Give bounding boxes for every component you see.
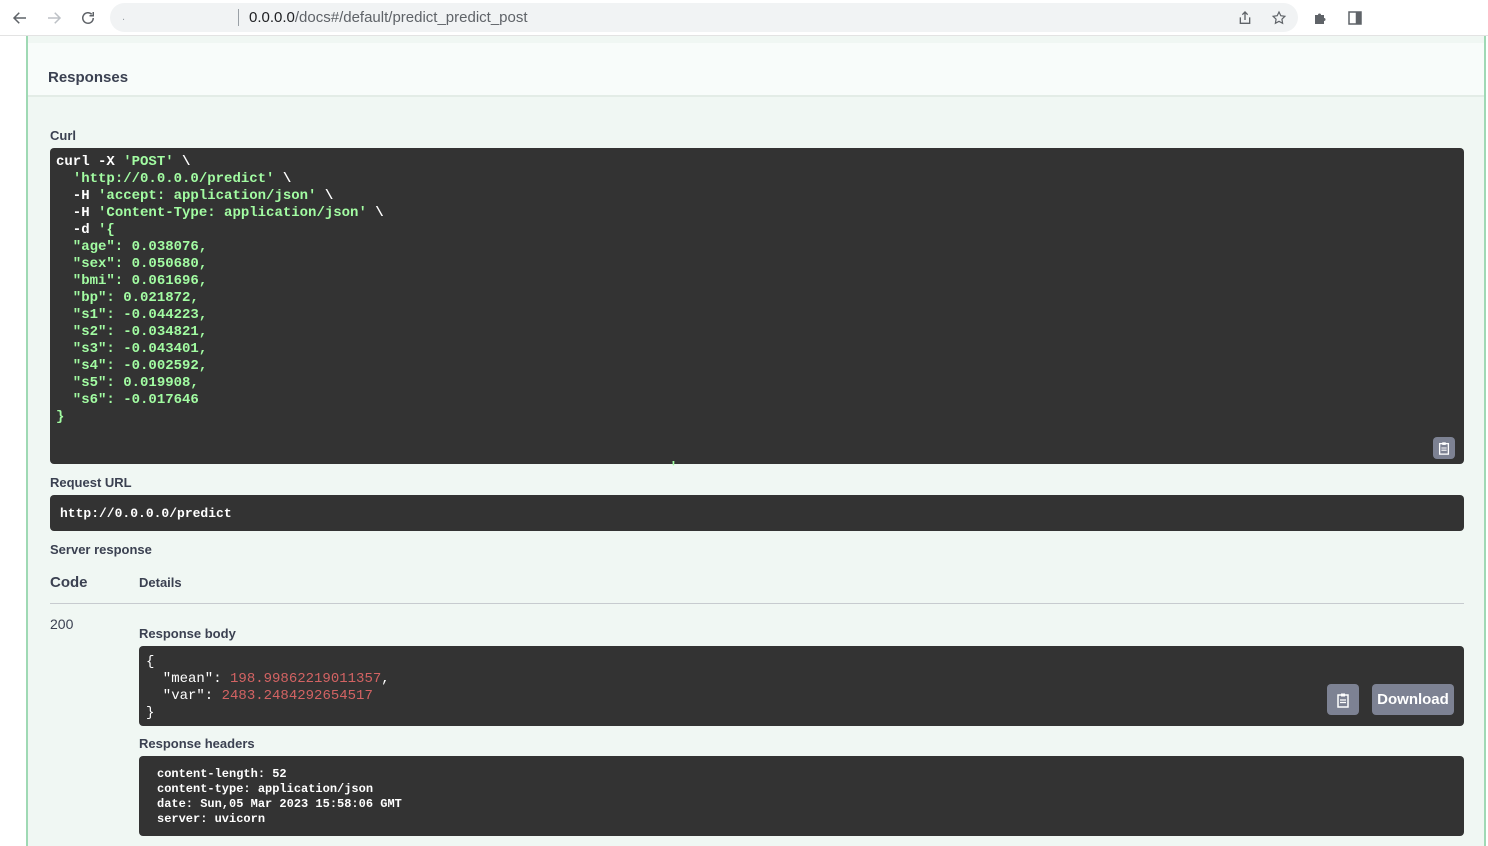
forward-arrow-icon[interactable]: [42, 6, 66, 30]
curl-line-text: -d: [56, 222, 99, 238]
sidepanel-icon[interactable]: [1343, 6, 1367, 30]
curl-line-string: "s1": -0.044223,: [56, 307, 208, 323]
response-body-line: "mean": 198.99862219011357,: [146, 671, 1457, 688]
curl-line-text: curl -X: [56, 154, 124, 170]
curl-line: -H 'accept: application/json' \: [56, 188, 1458, 205]
curl-line-string: "bp": 0.021872,: [56, 290, 199, 306]
curl-line: "sex": 0.050680,: [56, 256, 1458, 273]
request-url-value: http://0.0.0.0/predict: [50, 495, 1464, 531]
code-column-header: Code: [50, 574, 88, 591]
clipboard-icon: [1337, 693, 1349, 708]
responses-header: Responses: [28, 43, 1484, 97]
curl-line-text: [56, 171, 73, 187]
curl-line-string: 'Content-Type: application/json': [98, 205, 367, 221]
curl-line: 'http://0.0.0.0/predict' \: [56, 171, 1458, 188]
browser-toolbar: . 0.0.0.0/docs#/default/predict_predict_…: [0, 0, 1488, 36]
server-response-label: Server response: [50, 542, 152, 557]
curl-line: curl -X 'POST' \: [56, 154, 1458, 171]
extensions-puzzle-icon[interactable]: [1309, 6, 1333, 30]
curl-line-text: -H: [56, 205, 99, 221]
curl-line: [56, 443, 1458, 460]
operation-block: Responses Curl curl -X 'POST' \ 'http://…: [26, 36, 1486, 846]
curl-line: "s5": 0.019908,: [56, 375, 1458, 392]
back-arrow-icon[interactable]: [8, 6, 32, 30]
curl-line: "s2": -0.034821,: [56, 324, 1458, 341]
response-body-key: "mean":: [146, 671, 231, 687]
curl-line-text: -H: [56, 188, 99, 204]
curl-line-string: 'accept: application/json': [98, 188, 317, 204]
response-headers-label: Response headers: [139, 736, 255, 751]
response-body-close-brace: }: [146, 705, 155, 721]
curl-line: "s4": -0.002592,: [56, 358, 1458, 375]
copy-response-button[interactable]: [1327, 684, 1359, 715]
curl-line: "s3": -0.043401,: [56, 341, 1458, 358]
response-body-open-brace: {: [146, 654, 155, 670]
response-headers-code-block: content-length: 52 content-type: applicat…: [139, 756, 1464, 836]
details-column-header: Details: [139, 575, 182, 590]
curl-line-string: }: [56, 409, 65, 425]
curl-line-string: "s6": -0.017646: [56, 392, 199, 408]
curl-line-string: "age": 0.038076,: [56, 239, 208, 255]
curl-line: -H 'Content-Type: application/json' \: [56, 205, 1458, 222]
response-header-line: content-length: 52: [157, 767, 287, 781]
curl-line-continuation: \: [316, 188, 334, 204]
curl-line-string: "bmi": 0.061696,: [56, 273, 208, 289]
curl-line-string: "s4": -0.002592,: [56, 358, 208, 374]
address-bar[interactable]: . 0.0.0.0/docs#/default/predict_predict_…: [110, 3, 1298, 32]
response-body-key: "var":: [146, 688, 222, 704]
curl-line-string: ': [56, 460, 678, 476]
response-header-line: server: uvicorn: [157, 812, 266, 826]
curl-line: }: [56, 409, 1458, 426]
clipboard-icon: [1438, 442, 1450, 455]
curl-line-string: "s3": -0.043401,: [56, 341, 208, 357]
url-path: /docs#/default/predict_predict_post: [294, 9, 528, 26]
request-url-label: Request URL: [50, 475, 132, 490]
curl-line: "s1": -0.044223,: [56, 307, 1458, 324]
curl-line-string: "s5": 0.019908,: [56, 375, 199, 391]
curl-line: "age": 0.038076,: [56, 239, 1458, 256]
curl-line-string: '{: [98, 222, 115, 238]
curl-line-continuation: \: [173, 154, 191, 170]
response-header-line: content-type: application/json: [157, 782, 374, 796]
star-icon[interactable]: [1269, 8, 1289, 28]
curl-line: -d '{: [56, 222, 1458, 239]
response-body-line: "var": 2483.2484292654517: [146, 688, 1457, 705]
reload-icon[interactable]: [76, 6, 100, 30]
copy-curl-button[interactable]: [1433, 437, 1455, 459]
responses-title: Responses: [48, 69, 129, 86]
curl-line-string: 'http://0.0.0.0/predict': [72, 171, 275, 187]
url-host: 0.0.0.0: [249, 9, 295, 26]
curl-line-string: "s2": -0.034821,: [56, 324, 208, 340]
response-body-label: Response body: [139, 626, 236, 641]
curl-line-string: "sex": 0.050680,: [56, 256, 208, 272]
curl-line-continuation: \: [366, 205, 384, 221]
curl-label: Curl: [50, 128, 76, 143]
status-code: 200: [50, 616, 74, 632]
response-table-divider: [50, 603, 1464, 604]
url-text[interactable]: 0.0.0.0/docs#/default/predict_predict_po…: [249, 9, 528, 26]
curl-line: "bp": 0.021872,: [56, 290, 1458, 307]
response-body-value: 2483.2484292654517: [221, 688, 373, 704]
response-body-value: 198.99862219011357: [230, 671, 382, 687]
curl-code-block: curl -X 'POST' \ 'http://0.0.0.0/predict…: [50, 148, 1464, 476]
site-info-icon[interactable]: .: [122, 11, 125, 23]
omnibox-divider: [238, 9, 239, 26]
curl-line: "s6": -0.017646: [56, 392, 1458, 409]
curl-line: ': [56, 460, 1458, 477]
response-body-comma: ,: [381, 671, 390, 687]
curl-line-string: 'POST': [123, 154, 174, 170]
share-icon[interactable]: [1235, 8, 1255, 28]
curl-line-continuation: \: [274, 171, 292, 187]
curl-line: [56, 426, 1458, 443]
curl-line: "bmi": 0.061696,: [56, 273, 1458, 290]
response-header-line: date: Sun,05 Mar 2023 15:58:06 GMT: [157, 797, 402, 811]
download-button[interactable]: Download: [1372, 684, 1454, 715]
response-body-code-block: { "mean": 198.99862219011357, "var": 248…: [139, 646, 1464, 726]
